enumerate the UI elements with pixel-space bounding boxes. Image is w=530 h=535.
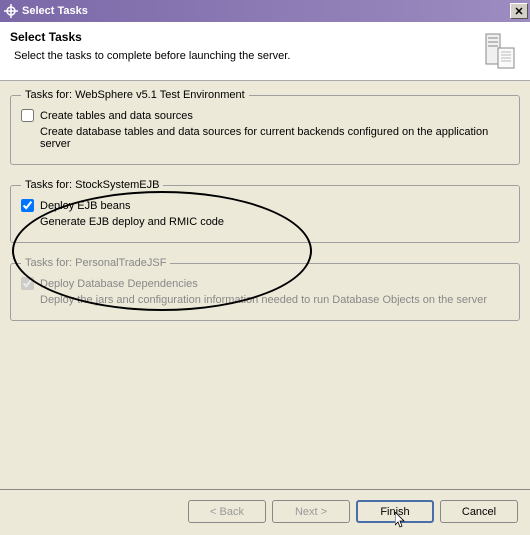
next-button: Next > <box>272 500 350 523</box>
group-legend: Tasks for: WebSphere v5.1 Test Environme… <box>21 89 249 101</box>
button-bar: < Back Next > Finish Cancel <box>0 490 530 535</box>
task-description: Create database tables and data sources … <box>40 126 509 150</box>
cancel-button[interactable]: Cancel <box>440 500 518 523</box>
page-title: Select Tasks <box>10 30 470 44</box>
dialog-header: Select Tasks Select the tasks to complet… <box>0 22 530 81</box>
task-description: Generate EJB deploy and RMIC code <box>40 216 509 228</box>
window-title: Select Tasks <box>22 5 510 17</box>
group-legend: Tasks for: StockSystemEJB <box>21 179 163 191</box>
checkbox-label: Deploy Database Dependencies <box>40 278 198 290</box>
checkbox-label: Create tables and data sources <box>40 110 193 122</box>
app-icon <box>4 4 18 18</box>
task-group-stocksystem: Tasks for: StockSystemEJB Deploy EJB bea… <box>10 179 520 243</box>
content-area: Tasks for: WebSphere v5.1 Test Environme… <box>0 81 530 489</box>
deploy-ejb-checkbox[interactable] <box>21 199 34 212</box>
close-button[interactable] <box>510 3 528 19</box>
checkbox-label: Deploy EJB beans <box>40 200 131 212</box>
group-legend: Tasks for: PersonalTradeJSF <box>21 257 170 269</box>
task-description: Deploy the jars and configuration inform… <box>40 294 509 306</box>
titlebar: Select Tasks <box>0 0 530 22</box>
cursor-icon <box>395 512 407 530</box>
finish-button[interactable]: Finish <box>356 500 434 523</box>
create-tables-checkbox[interactable] <box>21 109 34 122</box>
task-group-personaltrade: Tasks for: PersonalTradeJSF Deploy Datab… <box>10 257 520 321</box>
page-subtitle: Select the tasks to complete before laun… <box>14 50 470 62</box>
deploy-db-checkbox <box>21 277 34 290</box>
task-group-websphere: Tasks for: WebSphere v5.1 Test Environme… <box>10 89 520 165</box>
back-button: < Back <box>188 500 266 523</box>
server-icon <box>478 30 520 72</box>
